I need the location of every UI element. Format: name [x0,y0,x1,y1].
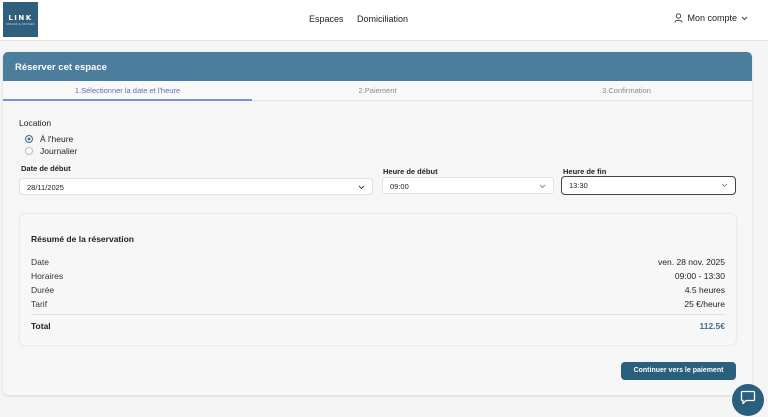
total-value: 112.5€ [699,321,725,331]
start-time-value: 09:00 [390,182,409,191]
booking-card: Réserver cet espace 1.Sélectionner la da… [3,52,752,395]
summary-row-label: Tarif [31,299,48,309]
end-time-select[interactable]: 13:30 [561,176,736,195]
logo-subtext: SPACES & OFFICES [6,22,35,26]
summary-row-value: ven. 28 nov. 2025 [658,257,725,267]
radio-hourly[interactable] [25,135,33,143]
summary-row: Date ven. 28 nov. 2025 [31,257,725,267]
chevron-down-icon [721,181,728,190]
user-icon [674,13,684,23]
reservation-summary: Résumé de la réservation Date ven. 28 no… [20,214,736,345]
chat-icon [740,390,756,410]
nav-domiciliation[interactable]: Domiciliation [357,14,408,24]
start-date-label: Date de début [21,164,71,173]
chevron-down-icon [539,182,546,191]
account-menu[interactable]: Mon compte [674,13,748,23]
summary-row: Horaires 09:00 - 13:30 [31,271,725,281]
summary-row-value: 25 €/heure [684,299,725,309]
summary-row: Tarif 25 €/heure [31,299,725,309]
option-hourly-label: À l'heure [40,134,74,144]
option-daily[interactable]: Journalier [25,146,77,156]
chat-button[interactable] [732,384,764,416]
chevron-down-icon [741,16,748,21]
end-time-label: Heure de fin [563,167,607,176]
step-tabs: 1.Sélectionner la date et l'heure 2.Paie… [3,81,752,101]
start-time-label: Heure de début [383,167,438,176]
option-daily-label: Journalier [40,146,78,156]
summary-row-value: 09:00 - 13:30 [674,271,725,281]
top-bar: LINK SPACES & OFFICES Espaces Domiciliat… [0,0,768,41]
start-time-select[interactable]: 09:00 [382,177,554,194]
continue-to-payment-button[interactable]: Continuer vers le paiement [621,362,736,380]
step-confirmation[interactable]: 3.Confirmation [502,86,751,95]
step-payment[interactable]: 2.Paiement [253,86,502,95]
booking-title: Réserver cet espace [3,52,752,81]
account-label: Mon compte [687,13,737,23]
summary-row: Durée 4.5 heures [31,285,725,295]
step-select-date[interactable]: 1.Sélectionner la date et l'heure [3,86,252,95]
start-date-value: 28/11/2025 [27,183,64,192]
summary-row-label: Date [31,257,49,267]
radio-daily[interactable] [25,147,33,155]
summary-row-label: Durée [31,285,55,295]
summary-row-label: Horaires [31,271,64,281]
start-date-select[interactable]: 28/11/2025 [19,178,373,195]
location-label: Location [19,118,52,128]
summary-title: Résumé de la réservation [31,234,134,244]
logo[interactable]: LINK SPACES & OFFICES [3,2,38,37]
summary-total: Total 112.5€ [31,321,725,331]
summary-divider [31,314,725,315]
active-step-indicator [3,99,252,101]
chevron-down-icon [358,183,365,192]
option-hourly[interactable]: À l'heure [25,134,73,144]
nav-espaces[interactable]: Espaces [309,14,344,24]
logo-text: LINK [8,13,33,22]
summary-row-value: 4.5 heures [684,285,725,295]
total-label: Total [31,321,51,331]
end-time-value: 13:30 [569,181,588,190]
